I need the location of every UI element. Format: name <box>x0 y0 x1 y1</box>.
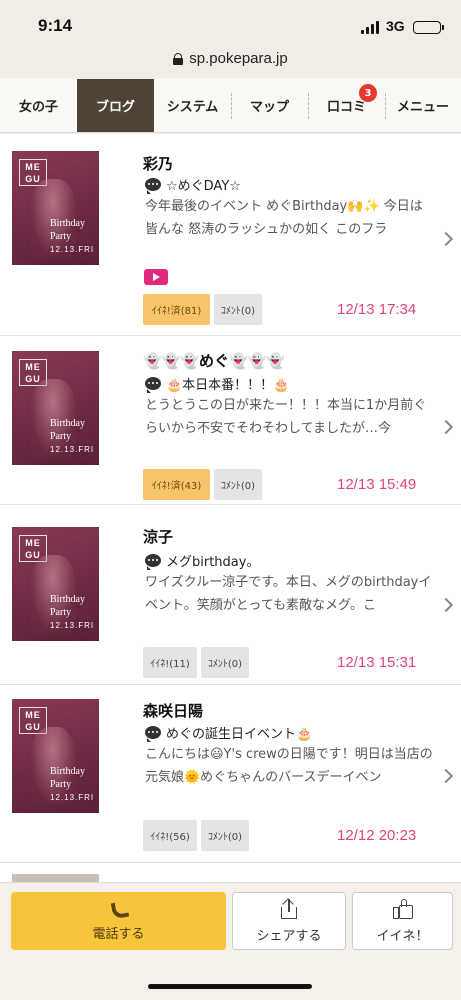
video-play-icon[interactable] <box>144 269 168 285</box>
tab-girls[interactable]: 女の子 <box>0 79 77 132</box>
post-excerpt: ワイズクルー涼子です。本日、メグのbirthdayイベント。笑顔がとっても素敵な… <box>145 575 432 613</box>
post-excerpt: 今年最後のイベント めぐBirthday🙌✨ 今日は皆んな 怒涛のラッシュかの如… <box>145 199 423 237</box>
post-author: 彩乃 <box>143 155 174 173</box>
post-thumbnail: ME GU Birthday Party 12.13.FRI <box>12 151 99 265</box>
like-button[interactable]: ｲｲﾈ!済(81) <box>143 294 210 325</box>
home-indicator[interactable] <box>148 984 312 989</box>
comment-bubble-icon <box>145 377 161 393</box>
nav-tabs: 女の子 ブログ システム マップ 口コミ 3 メニュー <box>0 79 461 133</box>
signal-icon <box>361 21 379 34</box>
comment-button[interactable]: ｺﾒﾝﾄ(0) <box>214 294 262 325</box>
comment-bubble-icon <box>145 178 161 194</box>
blog-list: ME GU Birthday Party 12.13.FRI 彩乃 ☆めぐDAY☆ 今… <box>0 134 461 882</box>
list-item[interactable]: ME GU Birthday Party 12.13.FRI 森咲日陽 めぐの誕生日イ… <box>0 685 461 863</box>
post-excerpt: こんにちは😃Y's crewの日陽です！明日は当店の元気娘🌞めぐちゃんのバースデ… <box>145 747 433 785</box>
list-item[interactable]: ME GU Birthday Party 12.13.FRI 彩乃 ☆めぐDAY☆ 今… <box>0 134 461 336</box>
comment-button[interactable]: ｺﾒﾝﾄ(0) <box>201 647 249 678</box>
like-button[interactable]: ｲｲﾈ!(11) <box>143 647 197 678</box>
post-date: 12/13 15:31 <box>337 654 417 671</box>
share-icon <box>280 897 298 919</box>
post-title: ☆めぐDAY☆ <box>145 175 241 194</box>
chevron-right-icon <box>438 597 454 613</box>
post-author: 涼子 <box>143 528 174 546</box>
comment-bubble-icon <box>145 726 161 742</box>
call-button[interactable]: 電話する <box>11 892 226 950</box>
battery-icon <box>413 21 444 34</box>
tab-blog[interactable]: ブログ <box>77 79 154 132</box>
post-thumbnail: ME GU Birthday Party 12.13.FRI <box>12 699 99 813</box>
post-title: 🎂本日本番！！！🎂 <box>145 374 289 393</box>
notification-badge: 3 <box>359 84 377 102</box>
chevron-right-icon <box>438 419 454 435</box>
status-time: 9:14 <box>38 16 73 35</box>
share-button[interactable]: シェアする <box>232 892 346 950</box>
status-bar: 9:14 3G <box>0 0 461 44</box>
post-title: めぐの誕生日イベント🎂 <box>145 723 312 742</box>
post-excerpt: とうとうこの日が来たー！！！本当に1か月前ぐらいから不安でそわそわしてましたが…… <box>145 398 427 436</box>
url-text[interactable]: sp.pokepara.jp <box>189 50 287 67</box>
list-item[interactable]: ME GU Birthday Party 12.13.FRI 涼子 メグbirthda… <box>0 505 461 685</box>
post-author: 👻👻👻めぐ👻👻👻 <box>143 352 286 370</box>
like-button[interactable]: ｲｲﾈ!(56) <box>143 820 197 851</box>
phone-icon <box>111 901 127 917</box>
post-author: 森咲日陽 <box>143 702 204 720</box>
like-shop-button[interactable]: イイネ！ <box>352 892 453 950</box>
post-date: 12/13 15:49 <box>337 476 417 493</box>
comment-button[interactable]: ｺﾒﾝﾄ(0) <box>214 469 262 500</box>
tab-map[interactable]: マップ <box>231 79 308 132</box>
post-date: 12/13 17:34 <box>337 301 417 318</box>
post-date: 12/12 20:23 <box>337 827 417 844</box>
tab-system[interactable]: システム <box>154 79 231 132</box>
address-bar[interactable]: sp.pokepara.jp <box>0 44 461 78</box>
bottom-action-bar: 電話する シェアする イイネ！ <box>0 882 461 1000</box>
list-item[interactable]: ME GU Birthday Party 12.13.FRI 👻👻👻めぐ👻👻👻 🎂本日… <box>0 336 461 505</box>
next-post-thumbnail[interactable] <box>12 874 99 882</box>
like-button[interactable]: ｲｲﾈ!済(43) <box>143 469 210 500</box>
tab-reviews[interactable]: 口コミ 3 <box>308 79 385 132</box>
chevron-right-icon <box>438 768 454 784</box>
thumbs-up-icon <box>392 898 413 919</box>
tab-menu[interactable]: メニュー <box>385 79 461 132</box>
chevron-right-icon <box>438 231 454 247</box>
lock-icon <box>173 52 184 65</box>
post-title: メグbirthday。 <box>145 551 259 570</box>
post-thumbnail: ME GU Birthday Party 12.13.FRI <box>12 527 99 641</box>
post-thumbnail: ME GU Birthday Party 12.13.FRI <box>12 351 99 465</box>
network-type: 3G <box>386 18 405 34</box>
comment-bubble-icon <box>145 554 161 570</box>
comment-button[interactable]: ｺﾒﾝﾄ(0) <box>201 820 249 851</box>
